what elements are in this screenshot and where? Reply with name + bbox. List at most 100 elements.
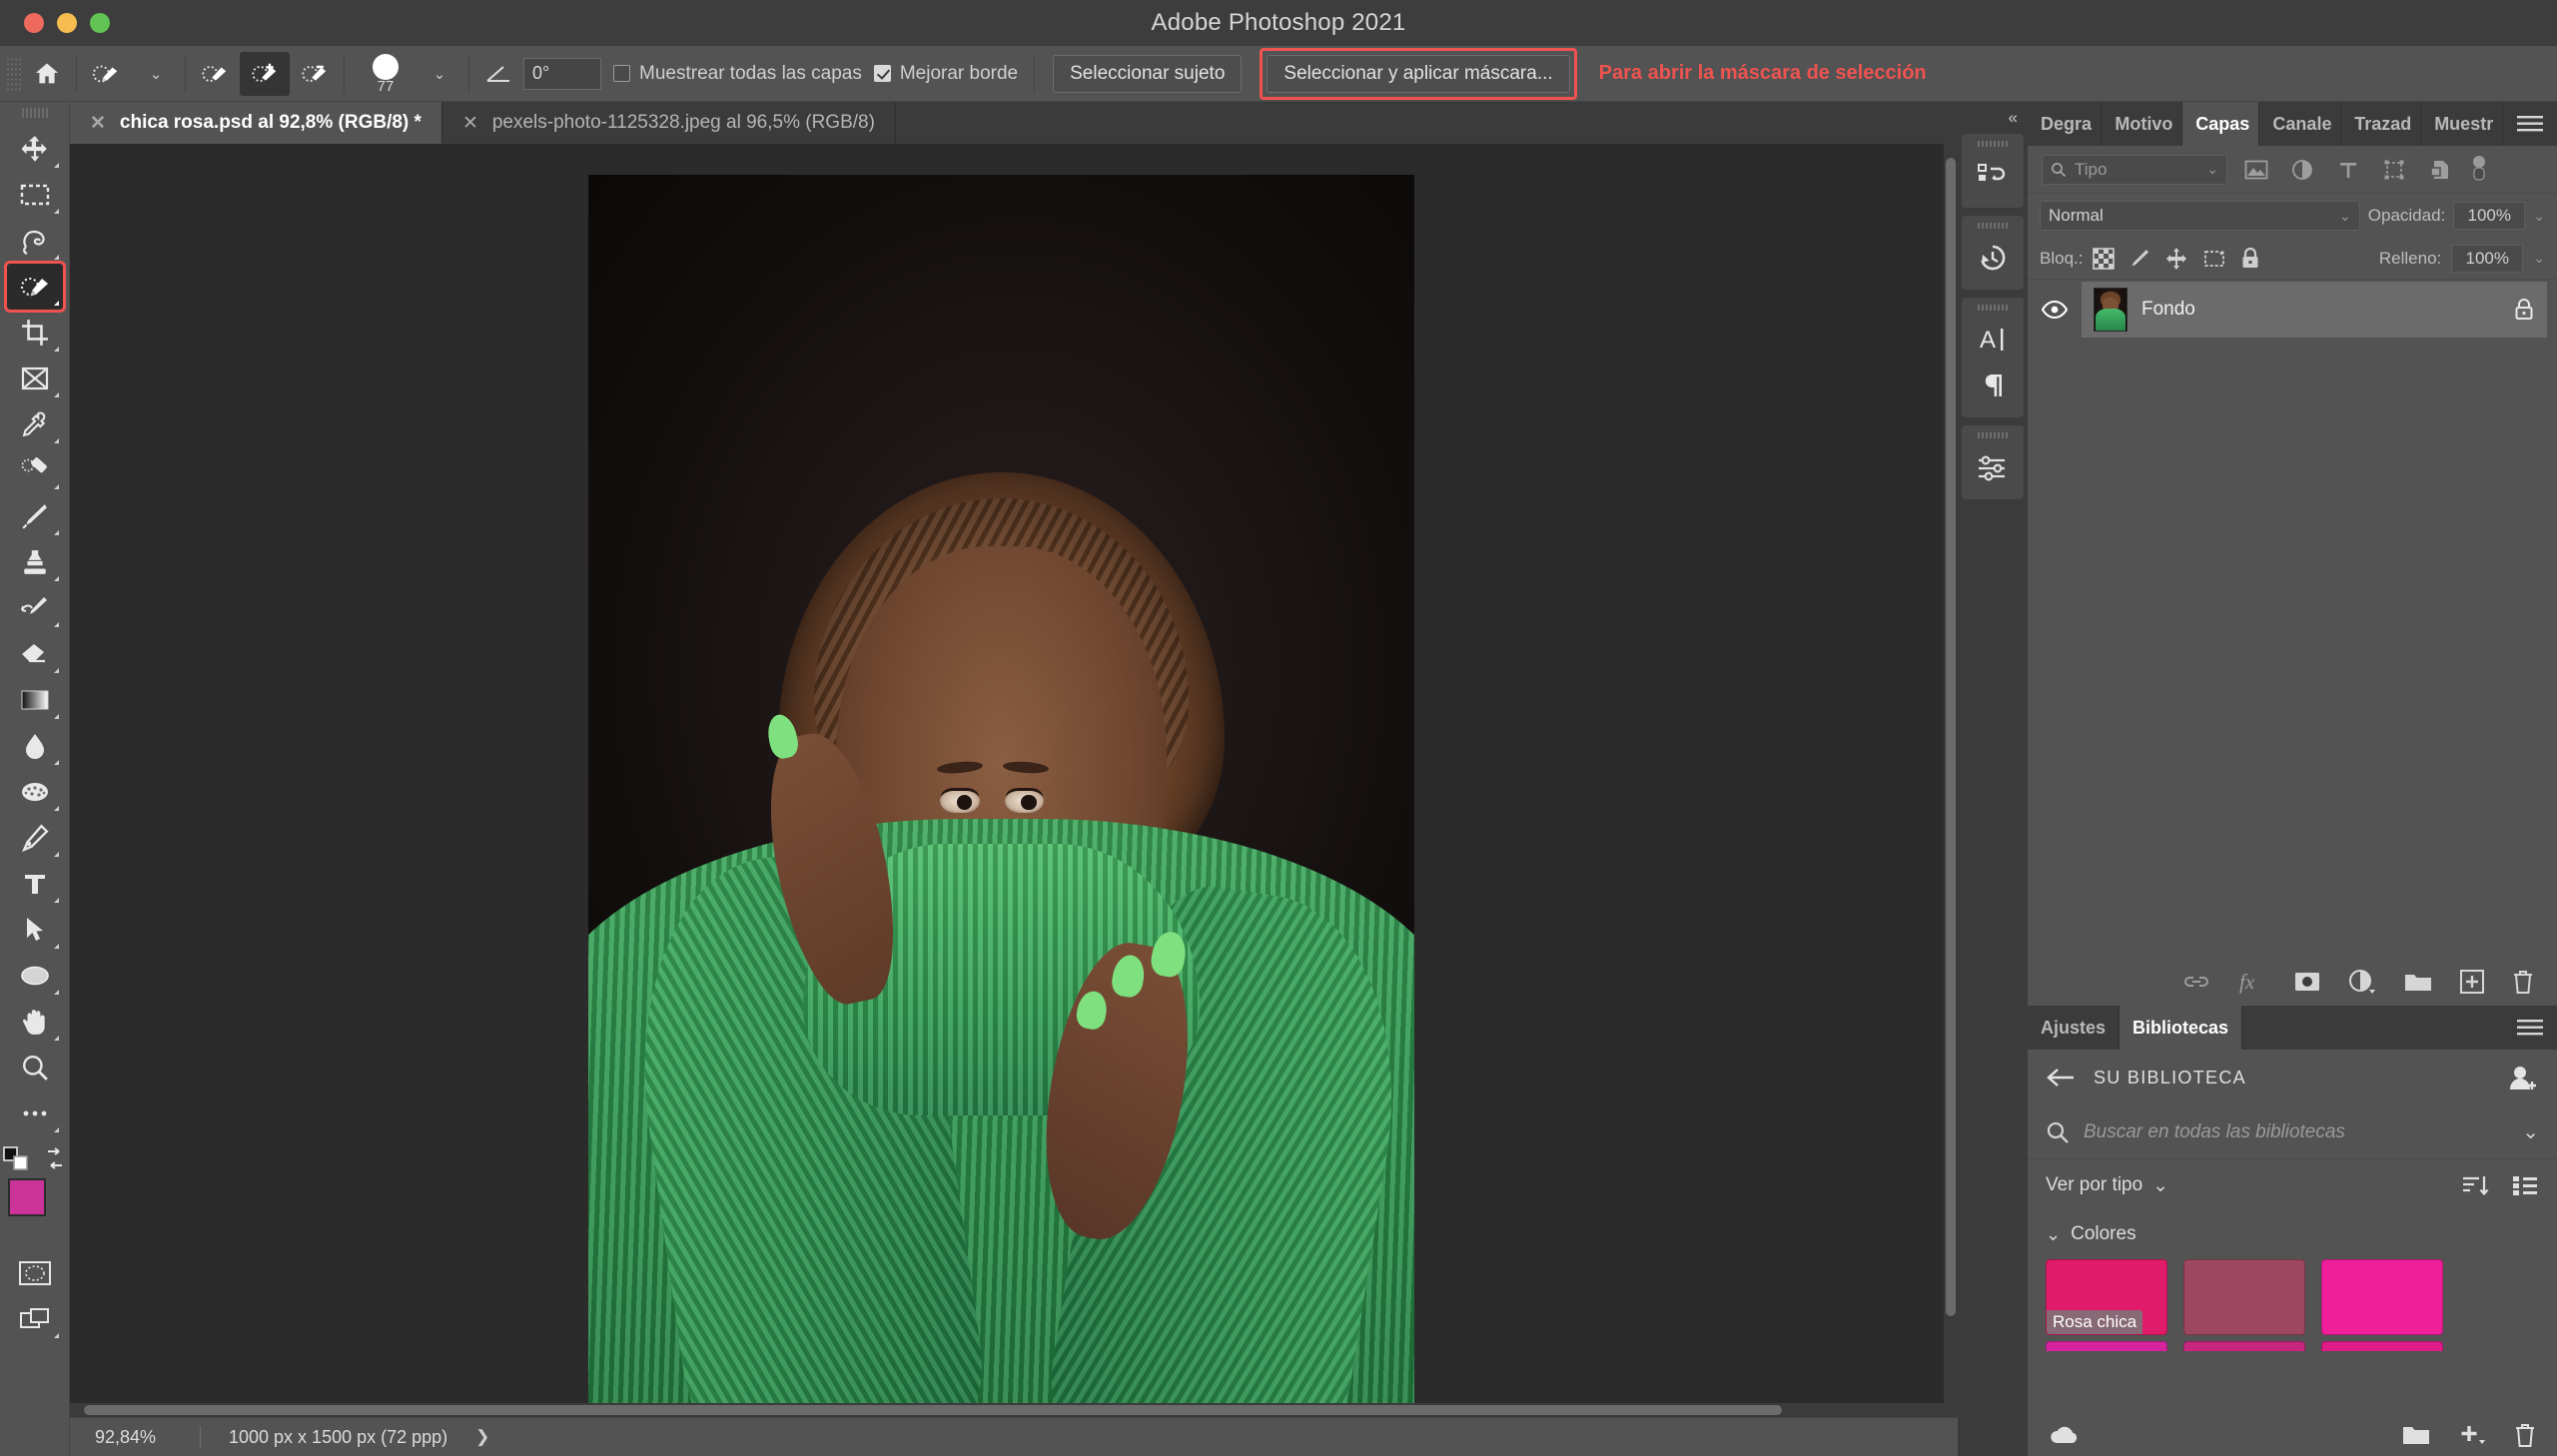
sidebar-item-hand-tool[interactable] [7, 999, 63, 1045]
home-icon[interactable] [22, 52, 72, 96]
chevron-down-icon[interactable]: ⌄ [2339, 208, 2351, 225]
color-swatch-6[interactable] [2321, 1341, 2443, 1351]
lock-all-icon[interactable] [2240, 247, 2260, 271]
tab-degradados[interactable]: Degra [2028, 102, 2103, 146]
layer-filter-type-select[interactable]: Tipo ⌄ [2042, 154, 2227, 185]
tab-ajustes[interactable]: Ajustes [2028, 1006, 2121, 1050]
sidebar-item-gradient-tool[interactable] [7, 677, 63, 723]
enhance-edge-checkbox[interactable] [873, 65, 891, 82]
library-search-input[interactable]: Buscar en todas las bibliotecas [2084, 1121, 2508, 1143]
close-icon[interactable]: ✕ [462, 112, 478, 135]
new-folder-icon[interactable] [2401, 1423, 2431, 1447]
lock-transparency-icon[interactable] [2093, 247, 2116, 270]
sidebar-item-eyedropper-tool[interactable] [7, 401, 63, 447]
panel-menu-icon[interactable] [2503, 1006, 2557, 1050]
sidebar-item-zoom-tool[interactable] [7, 1045, 63, 1091]
filter-toggle-icon[interactable] [2469, 155, 2489, 185]
color-swatch-5[interactable] [2183, 1341, 2305, 1351]
cloud-sync-icon[interactable] [2048, 1424, 2082, 1446]
sidebar-item-edit-toolbar[interactable] [7, 1091, 63, 1136]
scrollbar-thumb[interactable] [84, 1405, 1782, 1415]
rail-group-actions[interactable] [1962, 134, 2024, 208]
add-mask-icon[interactable] [2293, 970, 2321, 994]
chevron-down-icon[interactable]: ⌄ [2206, 161, 2218, 178]
properties-icon[interactable] [1965, 444, 2021, 490]
fill-chevron-icon[interactable]: ⌄ [2533, 250, 2545, 267]
minimize-window-button[interactable] [57, 13, 77, 33]
canvas-vertical-scrollbar[interactable] [1944, 144, 1958, 1417]
scrollbar-thumb[interactable] [1946, 158, 1956, 1316]
sidebar-item-eraser-tool[interactable] [7, 631, 63, 677]
collapse-panels-icon[interactable]: « [1958, 102, 2028, 134]
paragraph-icon[interactable] [1965, 363, 2021, 408]
sidebar-item-clone-stamp-tool[interactable] [7, 539, 63, 585]
adjustment-layer-icon[interactable] [2347, 969, 2377, 995]
rail-group-history[interactable] [1962, 216, 2024, 290]
foreground-background-swatches[interactable] [6, 1176, 66, 1238]
select-subject-button[interactable]: Seleccionar sujeto [1053, 54, 1243, 93]
sidebar-item-rectangular-marquee-tool[interactable] [7, 172, 63, 218]
add-item-icon[interactable] [2457, 1422, 2487, 1448]
canvas-horizontal-scrollbar[interactable] [70, 1403, 1944, 1417]
close-window-button[interactable] [24, 13, 44, 33]
brush-options-chevron-icon[interactable]: ⌄ [415, 52, 464, 96]
status-expand-arrow-icon[interactable]: ❯ [475, 1427, 489, 1447]
sidebar-item-healing-brush-tool[interactable] [7, 447, 63, 493]
screen-mode-icon[interactable] [7, 1296, 63, 1342]
library-search-row[interactable]: Buscar en todas las bibliotecas ⌄ [2028, 1105, 2557, 1159]
sidebar-item-move-tool[interactable] [7, 126, 63, 172]
sample-all-layers-checkbox-row[interactable]: Muestrear todas las capas [613, 63, 862, 85]
tab-capas[interactable]: Capas [2182, 102, 2260, 146]
tab-motivos[interactable]: Motivo [2102, 102, 2183, 146]
type-filter-icon[interactable] [2331, 155, 2365, 185]
invite-user-icon[interactable] [2507, 1064, 2539, 1092]
link-layers-icon[interactable] [2181, 972, 2211, 992]
lock-image-icon[interactable] [2129, 248, 2150, 270]
panel-menu-icon[interactable] [2503, 102, 2557, 146]
sidebar-item-quick-selection-tool[interactable] [3, 261, 66, 313]
rail-grip[interactable] [1978, 432, 2008, 438]
layer-item-fondo[interactable]: Fondo [2082, 282, 2547, 338]
opacity-chevron-icon[interactable]: ⌄ [2533, 208, 2545, 225]
smart-object-filter-icon[interactable] [2423, 155, 2457, 185]
rail-group-properties[interactable] [1962, 425, 2024, 499]
delete-layer-icon[interactable] [2511, 969, 2535, 995]
tab-canales[interactable]: Canale [2259, 102, 2342, 146]
chevron-down-icon[interactable]: ⌄ [2152, 1174, 2168, 1197]
add-to-selection-mode-button[interactable] [240, 51, 290, 96]
rail-grip[interactable] [1978, 305, 2008, 311]
tools-panel-grip[interactable] [21, 108, 48, 118]
color-swatch-rosa-chica[interactable]: Rosa chica [2046, 1259, 2167, 1335]
new-layer-icon[interactable] [2459, 969, 2485, 995]
options-bar-grip[interactable] [6, 56, 22, 91]
angle-input[interactable]: 0° [523, 57, 601, 90]
lock-position-icon[interactable] [2164, 247, 2188, 271]
shape-filter-icon[interactable] [2377, 155, 2411, 185]
delete-icon[interactable] [2513, 1422, 2537, 1448]
select-and-mask-button[interactable]: Seleccionar y aplicar máscara... [1267, 54, 1570, 93]
layer-visibility-icon[interactable] [2038, 301, 2072, 319]
sidebar-item-ellipse-tool[interactable] [7, 953, 63, 999]
character-icon[interactable]: A [1965, 317, 2021, 363]
table-row[interactable]: Fondo [2028, 280, 2557, 340]
tool-preset-chevron-icon[interactable]: ⌄ [131, 52, 181, 96]
pixel-filter-icon[interactable] [2239, 155, 2273, 185]
sidebar-item-lasso-tool[interactable] [7, 218, 63, 264]
chevron-down-icon[interactable]: ⌄ [2522, 1119, 2539, 1144]
actions-icon[interactable] [1965, 153, 2021, 199]
rail-group-character-paragraph[interactable]: A [1962, 298, 2024, 417]
close-icon[interactable]: ✕ [90, 112, 106, 135]
chevron-down-icon[interactable]: ⌄ [2046, 1224, 2061, 1245]
foreground-color-swatch[interactable] [7, 1178, 46, 1216]
color-swatch-3[interactable] [2321, 1259, 2443, 1335]
sidebar-item-frame-tool[interactable] [7, 356, 63, 401]
tab-pexels-photo[interactable]: ✕ pexels-photo-1125328.jpeg al 96,5% (RG… [441, 102, 896, 144]
swap-colors-icon[interactable] [43, 1147, 67, 1169]
sidebar-item-history-brush-tool[interactable] [7, 585, 63, 631]
tab-trazados[interactable]: Trazad [2341, 102, 2422, 146]
rail-grip[interactable] [1978, 141, 2008, 147]
sort-icon[interactable] [2461, 1173, 2489, 1197]
sample-all-layers-checkbox[interactable] [613, 65, 630, 82]
adjustment-filter-icon[interactable] [2285, 155, 2319, 185]
sidebar-item-blur-tool[interactable] [7, 723, 63, 769]
